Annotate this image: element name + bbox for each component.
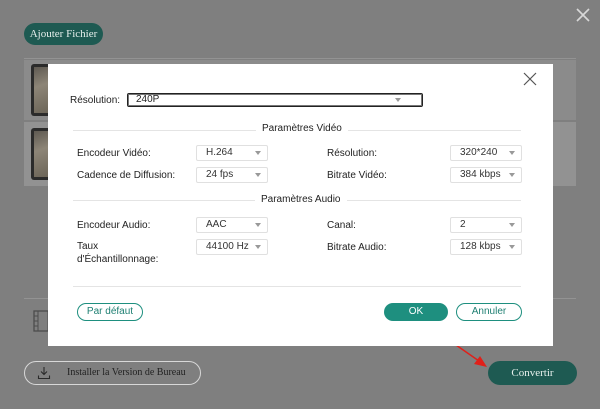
samplerate-label: Taux d'Échantillonnage: <box>77 241 159 265</box>
install-desktop-button[interactable]: Installer la Version de Bureau <box>24 361 201 385</box>
video-resolution-select[interactable]: 320*240 <box>450 145 522 161</box>
video-bitrate-select[interactable]: 384 kbps <box>450 167 522 183</box>
samplerate-value: 44100 Hz <box>206 241 249 252</box>
audio-encoder-select[interactable]: AAC <box>196 217 268 233</box>
audio-bitrate-select[interactable]: 128 kbps <box>450 239 522 255</box>
video-resolution-value: 320*240 <box>460 147 498 158</box>
resolution-preset-select[interactable]: 240P <box>127 93 423 107</box>
channel-value: 2 <box>460 219 466 230</box>
audio-bitrate-value: 128 kbps <box>460 241 501 252</box>
caret-down-icon <box>255 223 261 227</box>
framerate-select[interactable]: 24 fps <box>196 167 268 183</box>
video-encoder-select[interactable]: H.264 <box>196 145 268 161</box>
close-icon[interactable] <box>523 72 537 86</box>
caret-down-icon <box>509 223 515 227</box>
install-label: Installer la Version de Bureau <box>67 367 186 378</box>
framerate-value: 24 fps <box>206 169 234 180</box>
cancel-button[interactable]: Annuler <box>456 303 522 321</box>
add-file-button[interactable]: Ajouter Fichier <box>24 23 103 45</box>
section-divider <box>73 286 521 287</box>
channel-label: Canal: <box>327 220 356 231</box>
close-icon[interactable] <box>572 4 594 26</box>
audio-section-title: Paramètres Audio <box>255 194 347 205</box>
caret-down-icon <box>255 245 261 249</box>
download-icon <box>37 367 51 380</box>
caret-down-icon <box>395 98 401 102</box>
video-encoder-value: H.264 <box>206 147 233 158</box>
convert-button[interactable]: Convertir <box>488 361 577 385</box>
audio-encoder-label: Encodeur Audio: <box>77 220 151 231</box>
reset-default-button[interactable]: Par défaut <box>77 303 143 321</box>
caret-down-icon <box>509 173 515 177</box>
channel-select[interactable]: 2 <box>450 217 522 233</box>
audio-bitrate-label: Bitrate Audio: <box>327 242 387 253</box>
caret-down-icon <box>255 151 261 155</box>
divider <box>24 58 576 59</box>
ok-button[interactable]: OK <box>384 303 448 321</box>
caret-down-icon <box>255 173 261 177</box>
video-bitrate-value: 384 kbps <box>460 169 501 180</box>
resolution-preset-label: Résolution: <box>70 95 121 106</box>
video-section-title: Paramètres Vidéo <box>256 123 348 134</box>
framerate-label: Cadence de Diffusion: <box>77 170 176 181</box>
settings-dialog: Résolution: 240P Paramètres Vidéo Encode… <box>48 64 553 346</box>
video-bitrate-label: Bitrate Vidéo: <box>327 170 387 181</box>
video-encoder-label: Encodeur Vidéo: <box>77 148 151 159</box>
caret-down-icon <box>509 245 515 249</box>
audio-encoder-value: AAC <box>206 219 227 230</box>
samplerate-select[interactable]: 44100 Hz <box>196 239 268 255</box>
caret-down-icon <box>509 151 515 155</box>
resolution-preset-value: 240P <box>136 94 160 105</box>
video-resolution-label: Résolution: <box>327 148 378 159</box>
